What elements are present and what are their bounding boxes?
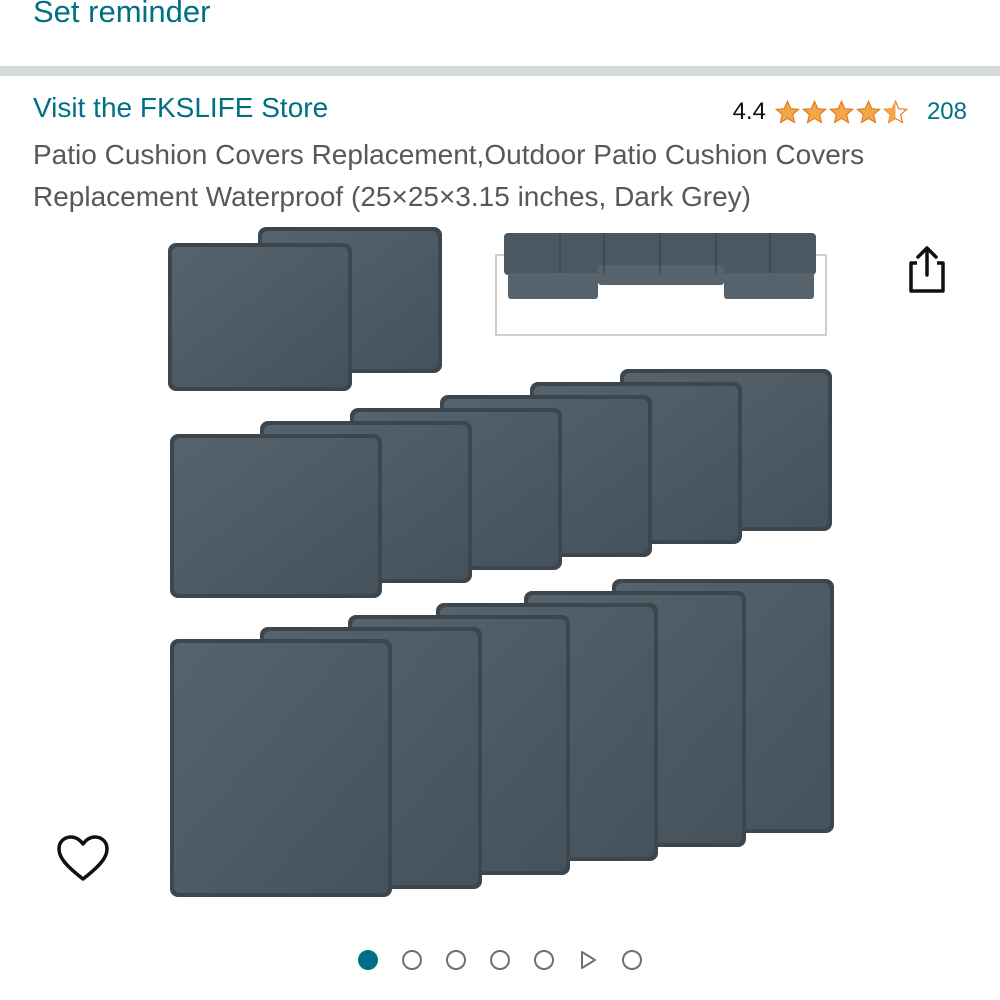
- star-icon: [774, 99, 801, 124]
- carousel-dot[interactable]: [534, 950, 554, 970]
- carousel-dot-active[interactable]: [358, 950, 378, 970]
- set-reminder-link[interactable]: Set reminder: [33, 0, 210, 30]
- share-button[interactable]: [903, 243, 951, 295]
- product-title: Patio Cushion Covers Replacement,Outdoor…: [33, 139, 865, 212]
- product-image[interactable]: [0, 215, 1000, 935]
- carousel-dot[interactable]: [490, 950, 510, 970]
- play-icon[interactable]: [578, 950, 598, 970]
- star-icon: [828, 99, 855, 124]
- star-icon: [855, 99, 882, 124]
- carousel-dot[interactable]: [622, 950, 642, 970]
- store-link[interactable]: Visit the FKSLIFE Store: [33, 92, 328, 124]
- star-icon: [801, 99, 828, 124]
- section-divider: [0, 66, 1000, 76]
- back-cushion-row: [170, 369, 832, 598]
- rating-count[interactable]: 208: [927, 98, 967, 126]
- half-star-icon: [882, 99, 909, 124]
- wishlist-button[interactable]: [55, 833, 111, 885]
- sofa-illustration: [495, 233, 827, 336]
- back-cushion-pair: [168, 227, 442, 391]
- seat-cushion-row: [170, 579, 834, 897]
- rating-summary[interactable]: 4.4 208: [733, 96, 967, 128]
- carousel-indicators[interactable]: [0, 946, 1000, 974]
- carousel-dot[interactable]: [446, 950, 466, 970]
- star-rating: [774, 99, 909, 126]
- product-image-gallery[interactable]: [0, 215, 1000, 935]
- rating-value: 4.4: [732, 98, 766, 125]
- share-icon: [909, 246, 945, 293]
- heart-icon: [57, 835, 109, 881]
- carousel-dot[interactable]: [402, 950, 422, 970]
